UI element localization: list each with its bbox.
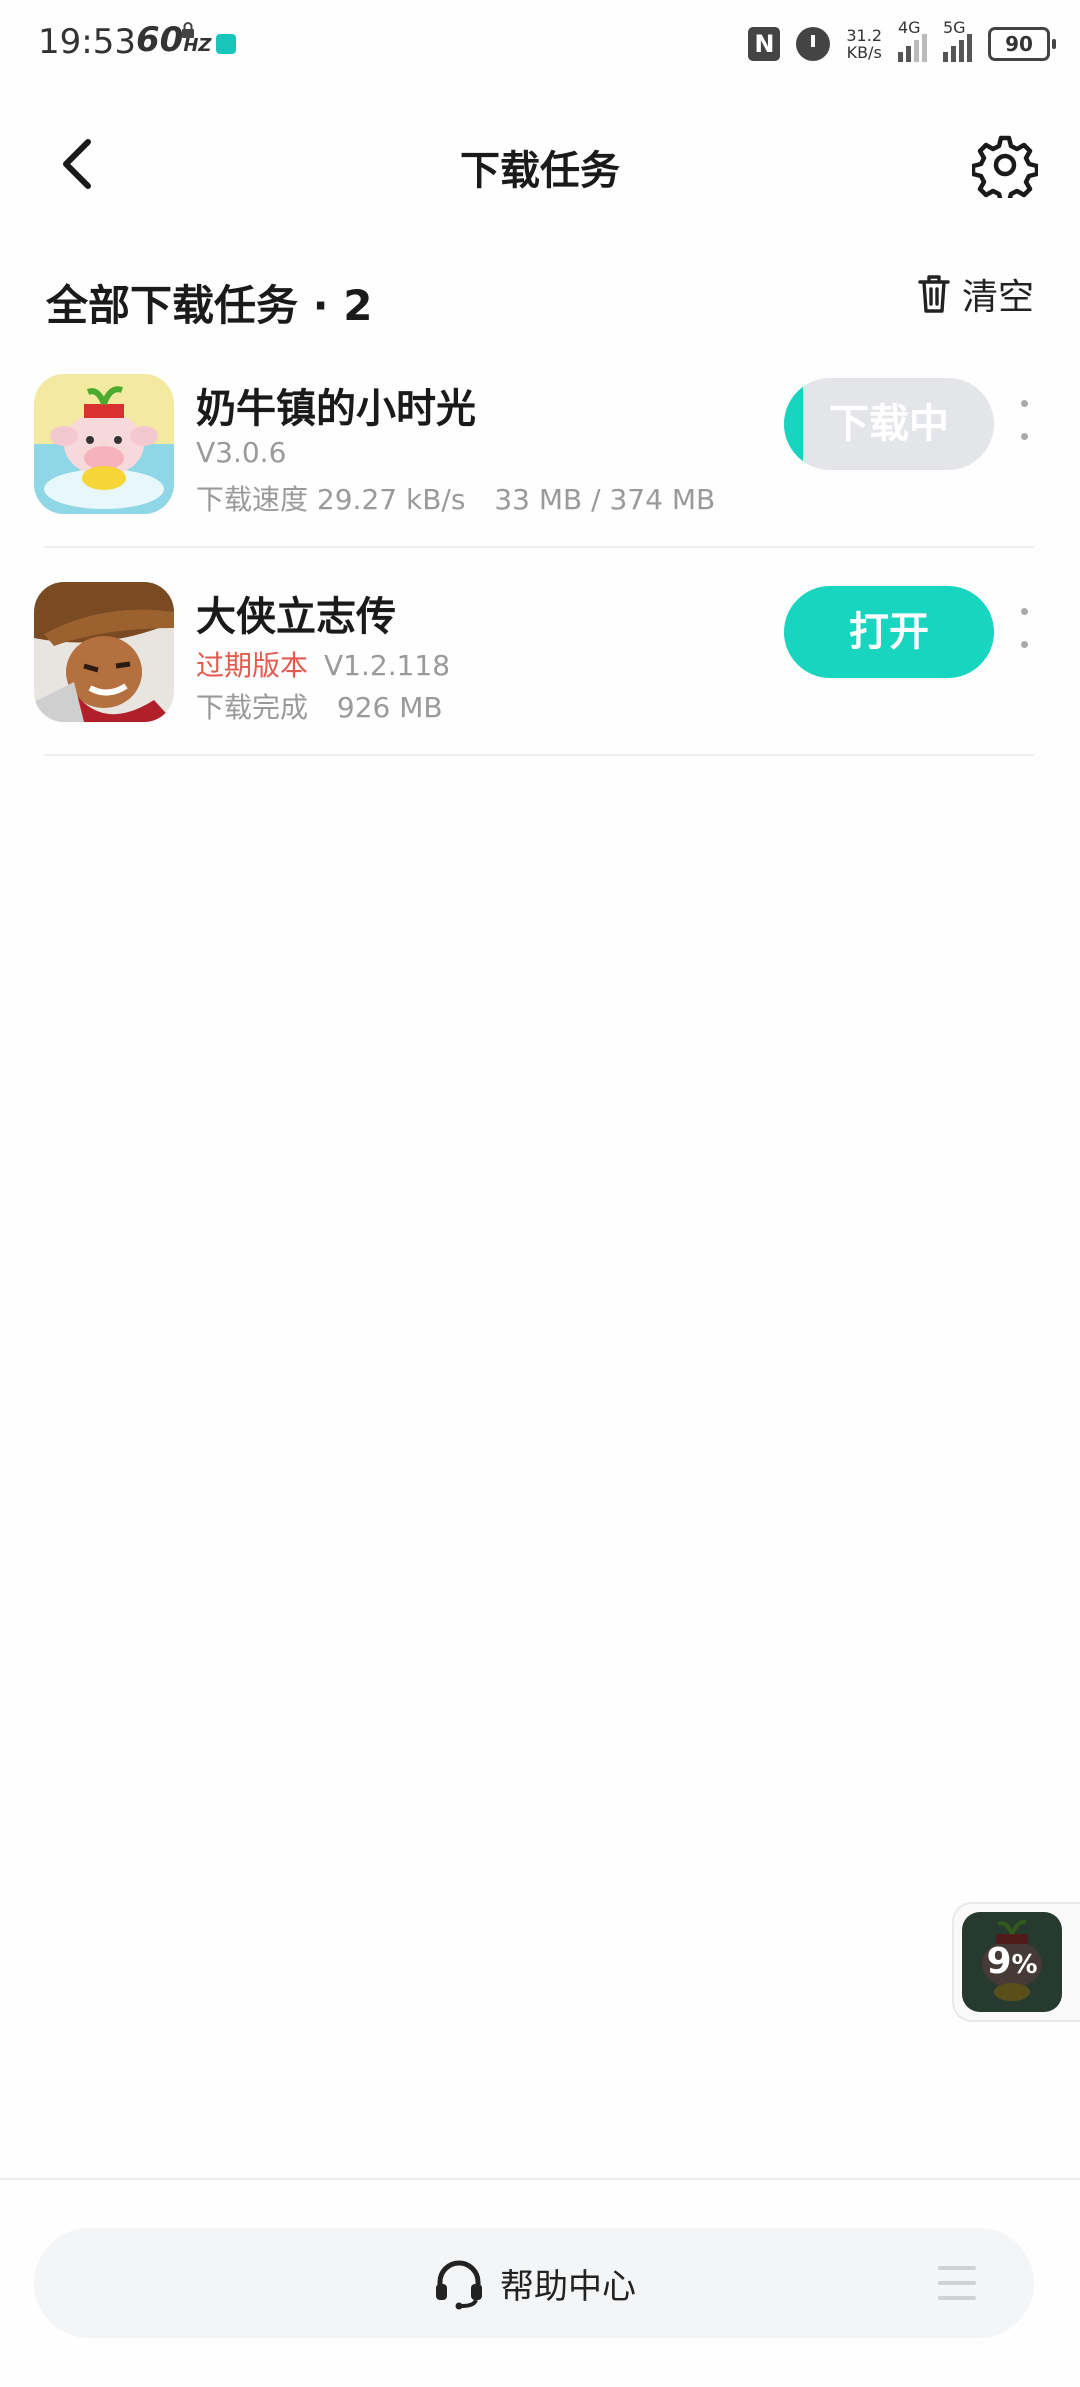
clear-all-label: 清空: [961, 277, 1034, 318]
app-header: 下载任务: [0, 110, 1080, 220]
refresh-rate: 60HZ: [136, 20, 212, 60]
more-options-button[interactable]: [1016, 608, 1032, 648]
app-icon-cow-town: [34, 374, 174, 514]
download-progress-size: 33 MB / 374 MB: [494, 483, 716, 516]
help-bar: 帮助中心: [34, 2228, 1034, 2338]
status-time: 19:53: [38, 22, 136, 62]
app-notification-icon: [216, 34, 236, 54]
download-progress-fill: [784, 378, 803, 470]
task-app-name: 奶牛镇的小时光: [196, 386, 476, 432]
network-speed: 31.2 KB/s: [846, 26, 882, 62]
floating-download-percent: 9%: [986, 1941, 1038, 1982]
signal-4g-icon: 4G: [898, 18, 927, 62]
clear-all-button[interactable]: 清空: [916, 270, 1034, 318]
task-app-name: 大侠立志传: [196, 594, 396, 640]
task-version: V1.2.118: [324, 649, 451, 682]
download-speed-value: 29.27 kB/s: [316, 483, 466, 516]
download-size: 926 MB: [336, 691, 443, 724]
downloading-progress-button[interactable]: 下载中: [784, 378, 994, 470]
headset-icon: [436, 2260, 482, 2310]
more-options-button[interactable]: [1016, 400, 1032, 440]
app-icon-wuxia: [34, 582, 174, 722]
row-divider: [44, 754, 1034, 756]
downloading-button-label: 下载中: [829, 401, 949, 447]
settings-button[interactable]: [970, 132, 1040, 205]
task-download-info: 下载完成 926 MB: [196, 686, 443, 726]
download-task-row[interactable]: 大侠立志传 过期版本 V1.2.118 下载完成 926 MB 打开: [34, 548, 1034, 756]
trash-icon: [918, 275, 950, 313]
floating-download-indicator[interactable]: 9%: [952, 1902, 1080, 2022]
lock-icon: [182, 22, 194, 38]
download-status: 下载完成: [196, 691, 309, 724]
battery-icon: 90: [988, 27, 1056, 61]
task-version-line: 过期版本 V1.2.118: [196, 644, 450, 684]
task-version: V3.0.6: [196, 436, 287, 469]
download-task-row[interactable]: 奶牛镇的小时光 V3.0.6 下载速度 29.27 kB/s 33 MB / 3…: [34, 340, 1034, 548]
section-title: 全部下载任务 · 2: [46, 281, 373, 330]
gear-icon: [970, 135, 1040, 205]
task-download-info: 下载速度 29.27 kB/s 33 MB / 374 MB: [196, 478, 715, 518]
nfc-icon: N: [748, 27, 781, 61]
alarm-icon: [796, 27, 831, 61]
help-center-label: 帮助中心: [500, 2266, 636, 2307]
help-center-button[interactable]: 帮助中心: [34, 2228, 1034, 2338]
download-speed-label: 下载速度: [196, 483, 309, 516]
menu-icon[interactable]: [938, 2266, 976, 2300]
bottom-divider: [0, 2178, 1080, 2180]
open-app-button[interactable]: 打开: [784, 586, 994, 678]
page-title: 下载任务: [460, 148, 620, 194]
expired-version-badge: 过期版本: [196, 649, 309, 682]
signal-5g-icon: 5G: [943, 18, 972, 62]
status-bar: 19:53 60HZ N 31.2 KB/s 4G 5G 90: [0, 0, 1080, 90]
